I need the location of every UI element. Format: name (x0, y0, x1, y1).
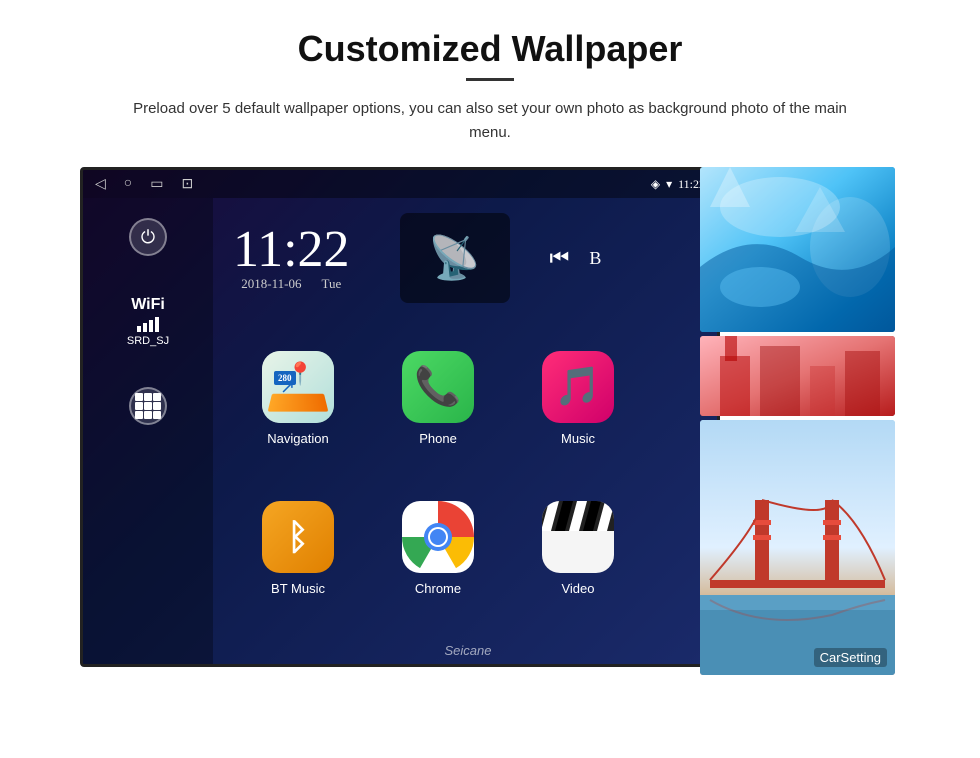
clock-section: 11:22 2018-11-06 Tue (233, 224, 350, 292)
screenshot-wrapper: ◁ ○ ▭ ⊡ ◈ ▾ 11:22 ⏻ WiFi (80, 167, 900, 677)
app-navigation[interactable]: 280 ↗ 📍 Navigation (233, 328, 363, 468)
music-icon: 🎵 (554, 365, 601, 409)
status-bar: ◁ ○ ▭ ⊡ ◈ ▾ 11:22 (83, 170, 717, 198)
wifi-bar-3 (149, 320, 153, 332)
phone-app-label: Phone (419, 431, 457, 446)
grid-dot (135, 402, 143, 410)
nav-buttons: ◁ ○ ▭ ⊡ (95, 176, 193, 193)
phone-icon: 📞 (414, 365, 461, 409)
phone-app-icon: 📞 (402, 351, 474, 423)
chrome-app-label: Chrome (415, 581, 461, 596)
grid-dot (135, 393, 143, 401)
nav-app-icon: 280 ↗ 📍 (262, 351, 334, 423)
wallpaper-golden-gate[interactable]: CarSetting (700, 420, 895, 675)
media-widget: 📡 (400, 213, 510, 303)
grid-dot (153, 393, 161, 401)
grid-dot (153, 411, 161, 419)
day-text: Tue (321, 276, 341, 292)
recents-icon[interactable]: ▭ (150, 176, 163, 193)
wifi-bar-1 (137, 326, 141, 332)
video-app-label: Video (561, 581, 594, 596)
main-content: 11:22 2018-11-06 Tue 📡 ⏮ B (213, 198, 720, 667)
power-button[interactable]: ⏻ (129, 218, 167, 256)
city-building-image (700, 336, 895, 416)
grid-dot (144, 402, 152, 410)
grid-dot (153, 402, 161, 410)
bt-app-icon: ᛒ (262, 501, 334, 573)
back-icon[interactable]: ◁ (95, 176, 106, 193)
ice-cave-image (700, 167, 895, 332)
wallpaper-panel: CarSetting (700, 167, 895, 667)
sidebar: ⏻ WiFi SRD_SJ (83, 198, 213, 667)
date-text: 2018-11-06 (241, 276, 301, 292)
bt-app-label: BT Music (271, 581, 325, 596)
road (268, 393, 329, 411)
clapper-top (542, 501, 614, 531)
app-chrome[interactable]: Chrome (373, 478, 503, 618)
power-icon: ⏻ (141, 227, 155, 248)
wifi-bar-4 (155, 317, 159, 332)
grid-dot (144, 393, 152, 401)
grid-dot (135, 411, 143, 419)
music-app-icon: 🎵 (542, 351, 614, 423)
wifi-bars (137, 317, 159, 332)
media-controls: ⏮ B (550, 245, 602, 271)
page-description: Preload over 5 default wallpaper options… (130, 97, 850, 145)
app-bt-music[interactable]: ᛒ BT Music (233, 478, 363, 618)
android-screen: ◁ ○ ▭ ⊡ ◈ ▾ 11:22 ⏻ WiFi (80, 167, 720, 667)
grid-dot (144, 411, 152, 419)
signal-icon: ▾ (666, 177, 672, 192)
title-divider (466, 78, 514, 81)
grid-icon (135, 393, 161, 419)
video-app-icon (542, 501, 614, 573)
prev-track-button[interactable]: ⏮ (550, 245, 570, 271)
wifi-info: WiFi SRD_SJ (127, 296, 169, 347)
screenshot-icon[interactable]: ⊡ (181, 176, 193, 193)
page-container: Customized Wallpaper Preload over 5 defa… (0, 0, 980, 758)
chrome-app-icon (402, 501, 474, 573)
location-icon: ◈ (651, 177, 660, 192)
nav-app-label: Navigation (267, 431, 328, 446)
app-phone[interactable]: 📞 Phone (373, 328, 503, 468)
car-setting-label: CarSetting (814, 648, 887, 667)
track-label: B (589, 248, 601, 269)
wallpaper-ice-cave[interactable] (700, 167, 895, 332)
golden-gate-image (700, 420, 895, 675)
status-icons: ◈ ▾ 11:22 (651, 177, 705, 192)
watermark: Seicane (445, 643, 492, 658)
nav-pin-icon: 📍 (287, 361, 314, 387)
page-title: Customized Wallpaper (298, 28, 683, 70)
bluetooth-icon: ᛒ (287, 516, 309, 558)
wallpaper-city-building[interactable] (700, 336, 895, 416)
app-music[interactable]: 🎵 Music (513, 328, 643, 468)
app-video[interactable]: Video (513, 478, 643, 618)
app-grid: 280 ↗ 📍 Navigation 📞 Phone (213, 318, 720, 628)
home-icon[interactable]: ○ (124, 176, 132, 192)
top-bar: 11:22 2018-11-06 Tue 📡 ⏮ B (213, 198, 720, 318)
wifi-ssid: SRD_SJ (127, 335, 169, 347)
apps-grid-button[interactable] (129, 387, 167, 425)
wifi-bar-2 (143, 323, 147, 332)
music-app-label: Music (561, 431, 595, 446)
wifi-label: WiFi (131, 296, 165, 314)
radio-icon: 📡 (428, 234, 480, 283)
clock-time: 11:22 (233, 224, 350, 276)
chrome-svg (402, 501, 474, 573)
clock-date: 2018-11-06 Tue (241, 276, 341, 292)
